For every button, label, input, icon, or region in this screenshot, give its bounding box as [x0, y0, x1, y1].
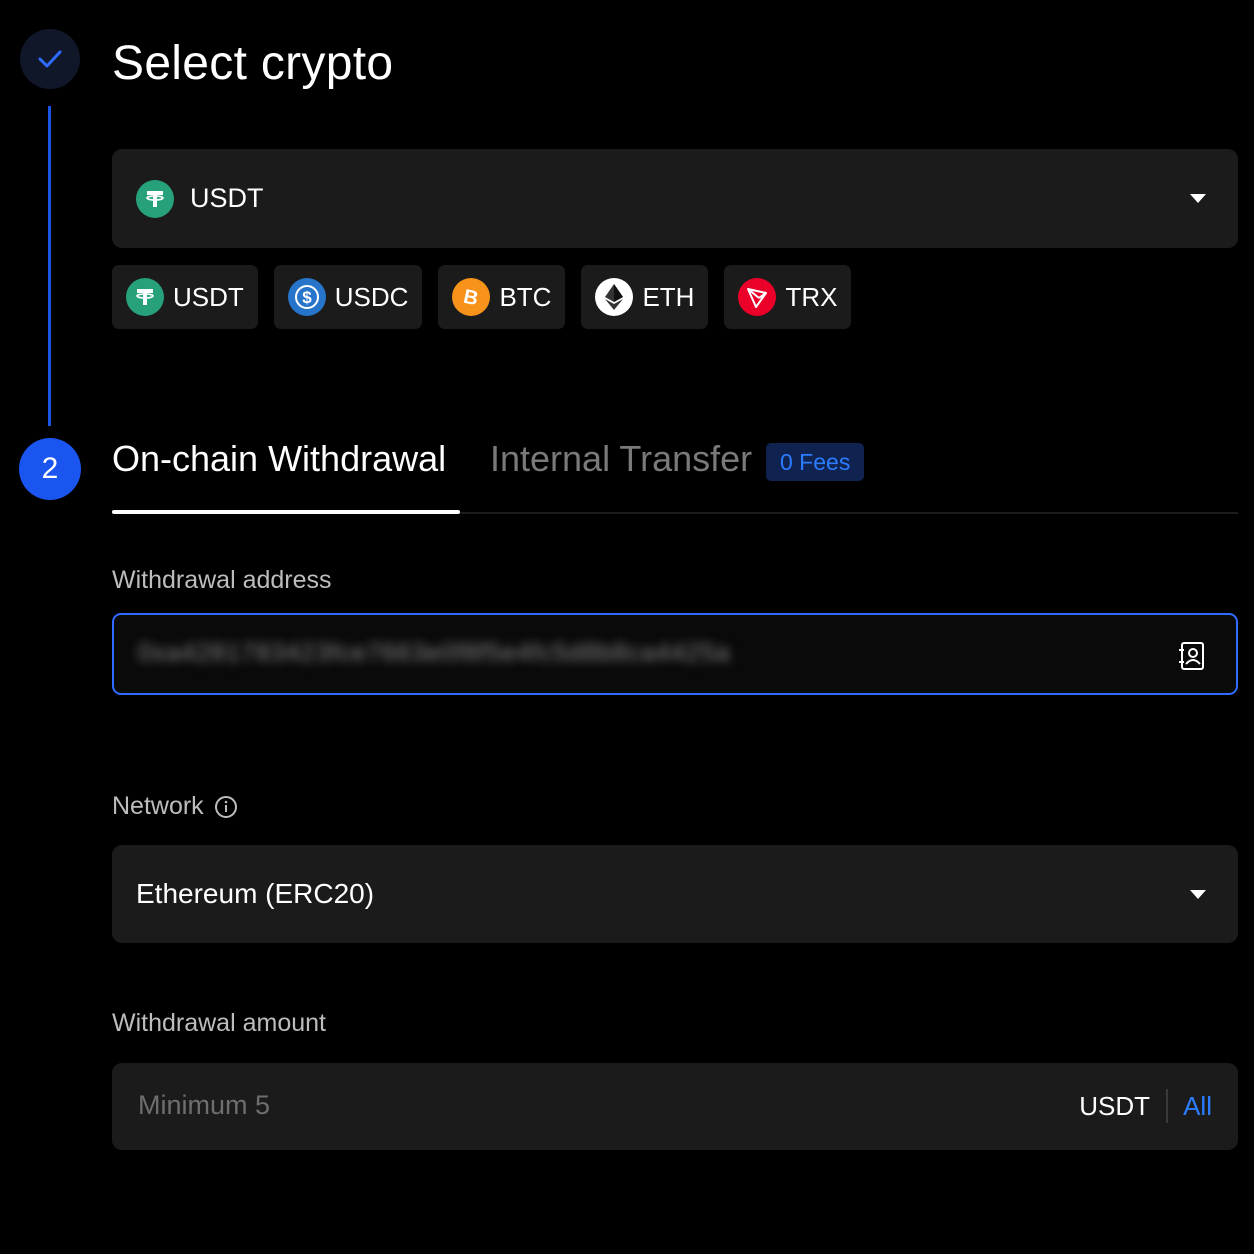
active-tab-indicator — [112, 510, 460, 514]
all-amount-button[interactable]: All — [1183, 1091, 1212, 1122]
usdc-icon: $ — [287, 278, 326, 316]
check-icon — [38, 50, 62, 68]
tab-internal-transfer[interactable]: Internal Transfer — [490, 438, 752, 480]
step-2-indicator: 2 — [19, 438, 81, 500]
tab-divider — [460, 512, 1238, 514]
network-label: Network — [112, 792, 204, 820]
coin-chip-eth[interactable]: ETH — [581, 265, 709, 329]
ethereum-icon — [595, 278, 634, 316]
amount-unit: USDT — [1079, 1091, 1150, 1121]
network-label-row: Network — [112, 792, 238, 821]
tab-on-chain-withdrawal[interactable]: On-chain Withdrawal — [112, 438, 446, 480]
withdrawal-address-label: Withdrawal address — [112, 566, 332, 594]
crypto-select[interactable]: USDT — [112, 149, 1238, 248]
coin-chip-btc[interactable]: B BTC — [438, 265, 566, 329]
quick-coin-list: USDT $ USDC B BTC ETH TRX — [112, 265, 852, 329]
amount-divider — [1166, 1089, 1168, 1123]
info-icon[interactable] — [214, 795, 238, 819]
zero-fees-badge: 0 Fees — [766, 443, 865, 481]
coin-chip-label: USDC — [334, 281, 409, 312]
network-select-value: Ethereum (ERC20) — [136, 878, 375, 909]
coin-chip-trx[interactable]: TRX — [724, 265, 852, 329]
bitcoin-icon: B — [452, 278, 491, 316]
coin-chip-label: BTC — [499, 281, 552, 312]
svg-text:$: $ — [302, 288, 312, 307]
stepper-line — [48, 106, 51, 426]
tron-icon — [738, 278, 777, 316]
coin-chip-usdc[interactable]: $ USDC — [273, 265, 423, 329]
step-title: Select crypto — [112, 37, 394, 90]
coin-chip-label: ETH — [642, 281, 695, 312]
chevron-down-icon — [1190, 889, 1206, 899]
svg-text:B: B — [462, 286, 481, 310]
step-1-complete-indicator — [20, 29, 80, 89]
coin-chip-usdt[interactable]: USDT — [112, 265, 258, 329]
crypto-select-value: USDT — [190, 183, 264, 213]
withdrawal-amount-input[interactable] — [136, 1089, 840, 1122]
chevron-down-icon — [1190, 194, 1206, 203]
coin-chip-label: TRX — [785, 281, 838, 312]
withdrawal-amount-field: USDT All — [112, 1063, 1238, 1150]
network-select[interactable]: Ethereum (ERC20) — [112, 845, 1238, 943]
withdrawal-address-value: 0xa4281783423fce7663e0f8f5e4fc5d8b8ca442… — [138, 639, 731, 667]
withdrawal-address-input[interactable]: 0xa4281783423fce7663e0f8f5e4fc5d8b8ca442… — [112, 613, 1238, 695]
address-book-icon[interactable] — [1178, 641, 1206, 671]
tether-icon — [136, 179, 174, 218]
coin-chip-label: USDT — [173, 281, 244, 312]
tether-icon — [126, 278, 164, 316]
withdrawal-amount-label: Withdrawal amount — [112, 1009, 326, 1037]
